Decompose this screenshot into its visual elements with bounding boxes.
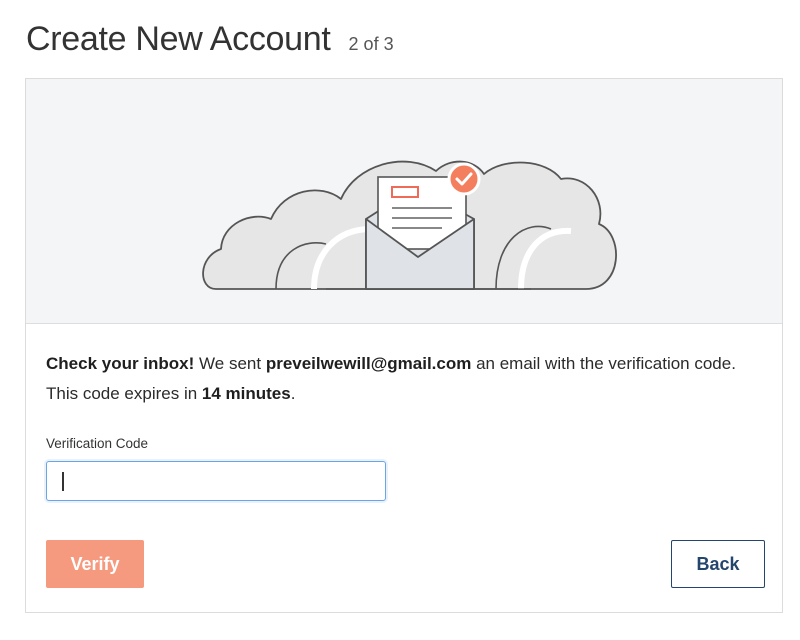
verification-message: Check your inbox! We sent preveilwewill@… (46, 349, 746, 409)
message-end: . (290, 384, 296, 403)
message-lead: Check your inbox! (46, 354, 195, 373)
message-sent-prefix: We sent (194, 354, 266, 373)
verify-button[interactable]: Verify (46, 540, 144, 588)
check-badge-icon (447, 162, 481, 196)
hero-illustration-panel (26, 79, 782, 324)
step-indicator: 2 of 3 (348, 34, 394, 54)
verification-card: Check your inbox! We sent preveilwewill@… (25, 78, 783, 613)
verification-code-label: Verification Code (46, 436, 149, 451)
back-button[interactable]: Back (671, 540, 765, 588)
verification-code-input[interactable] (46, 461, 386, 501)
page-title: Create New Account (26, 20, 331, 58)
message-expiry: 14 minutes (201, 384, 291, 403)
envelope-cloud-illustration (202, 160, 617, 290)
page-header: Create New Account 2 of 3 (26, 20, 394, 60)
text-cursor (62, 472, 64, 491)
message-email: preveilwewill@gmail.com (265, 354, 472, 373)
